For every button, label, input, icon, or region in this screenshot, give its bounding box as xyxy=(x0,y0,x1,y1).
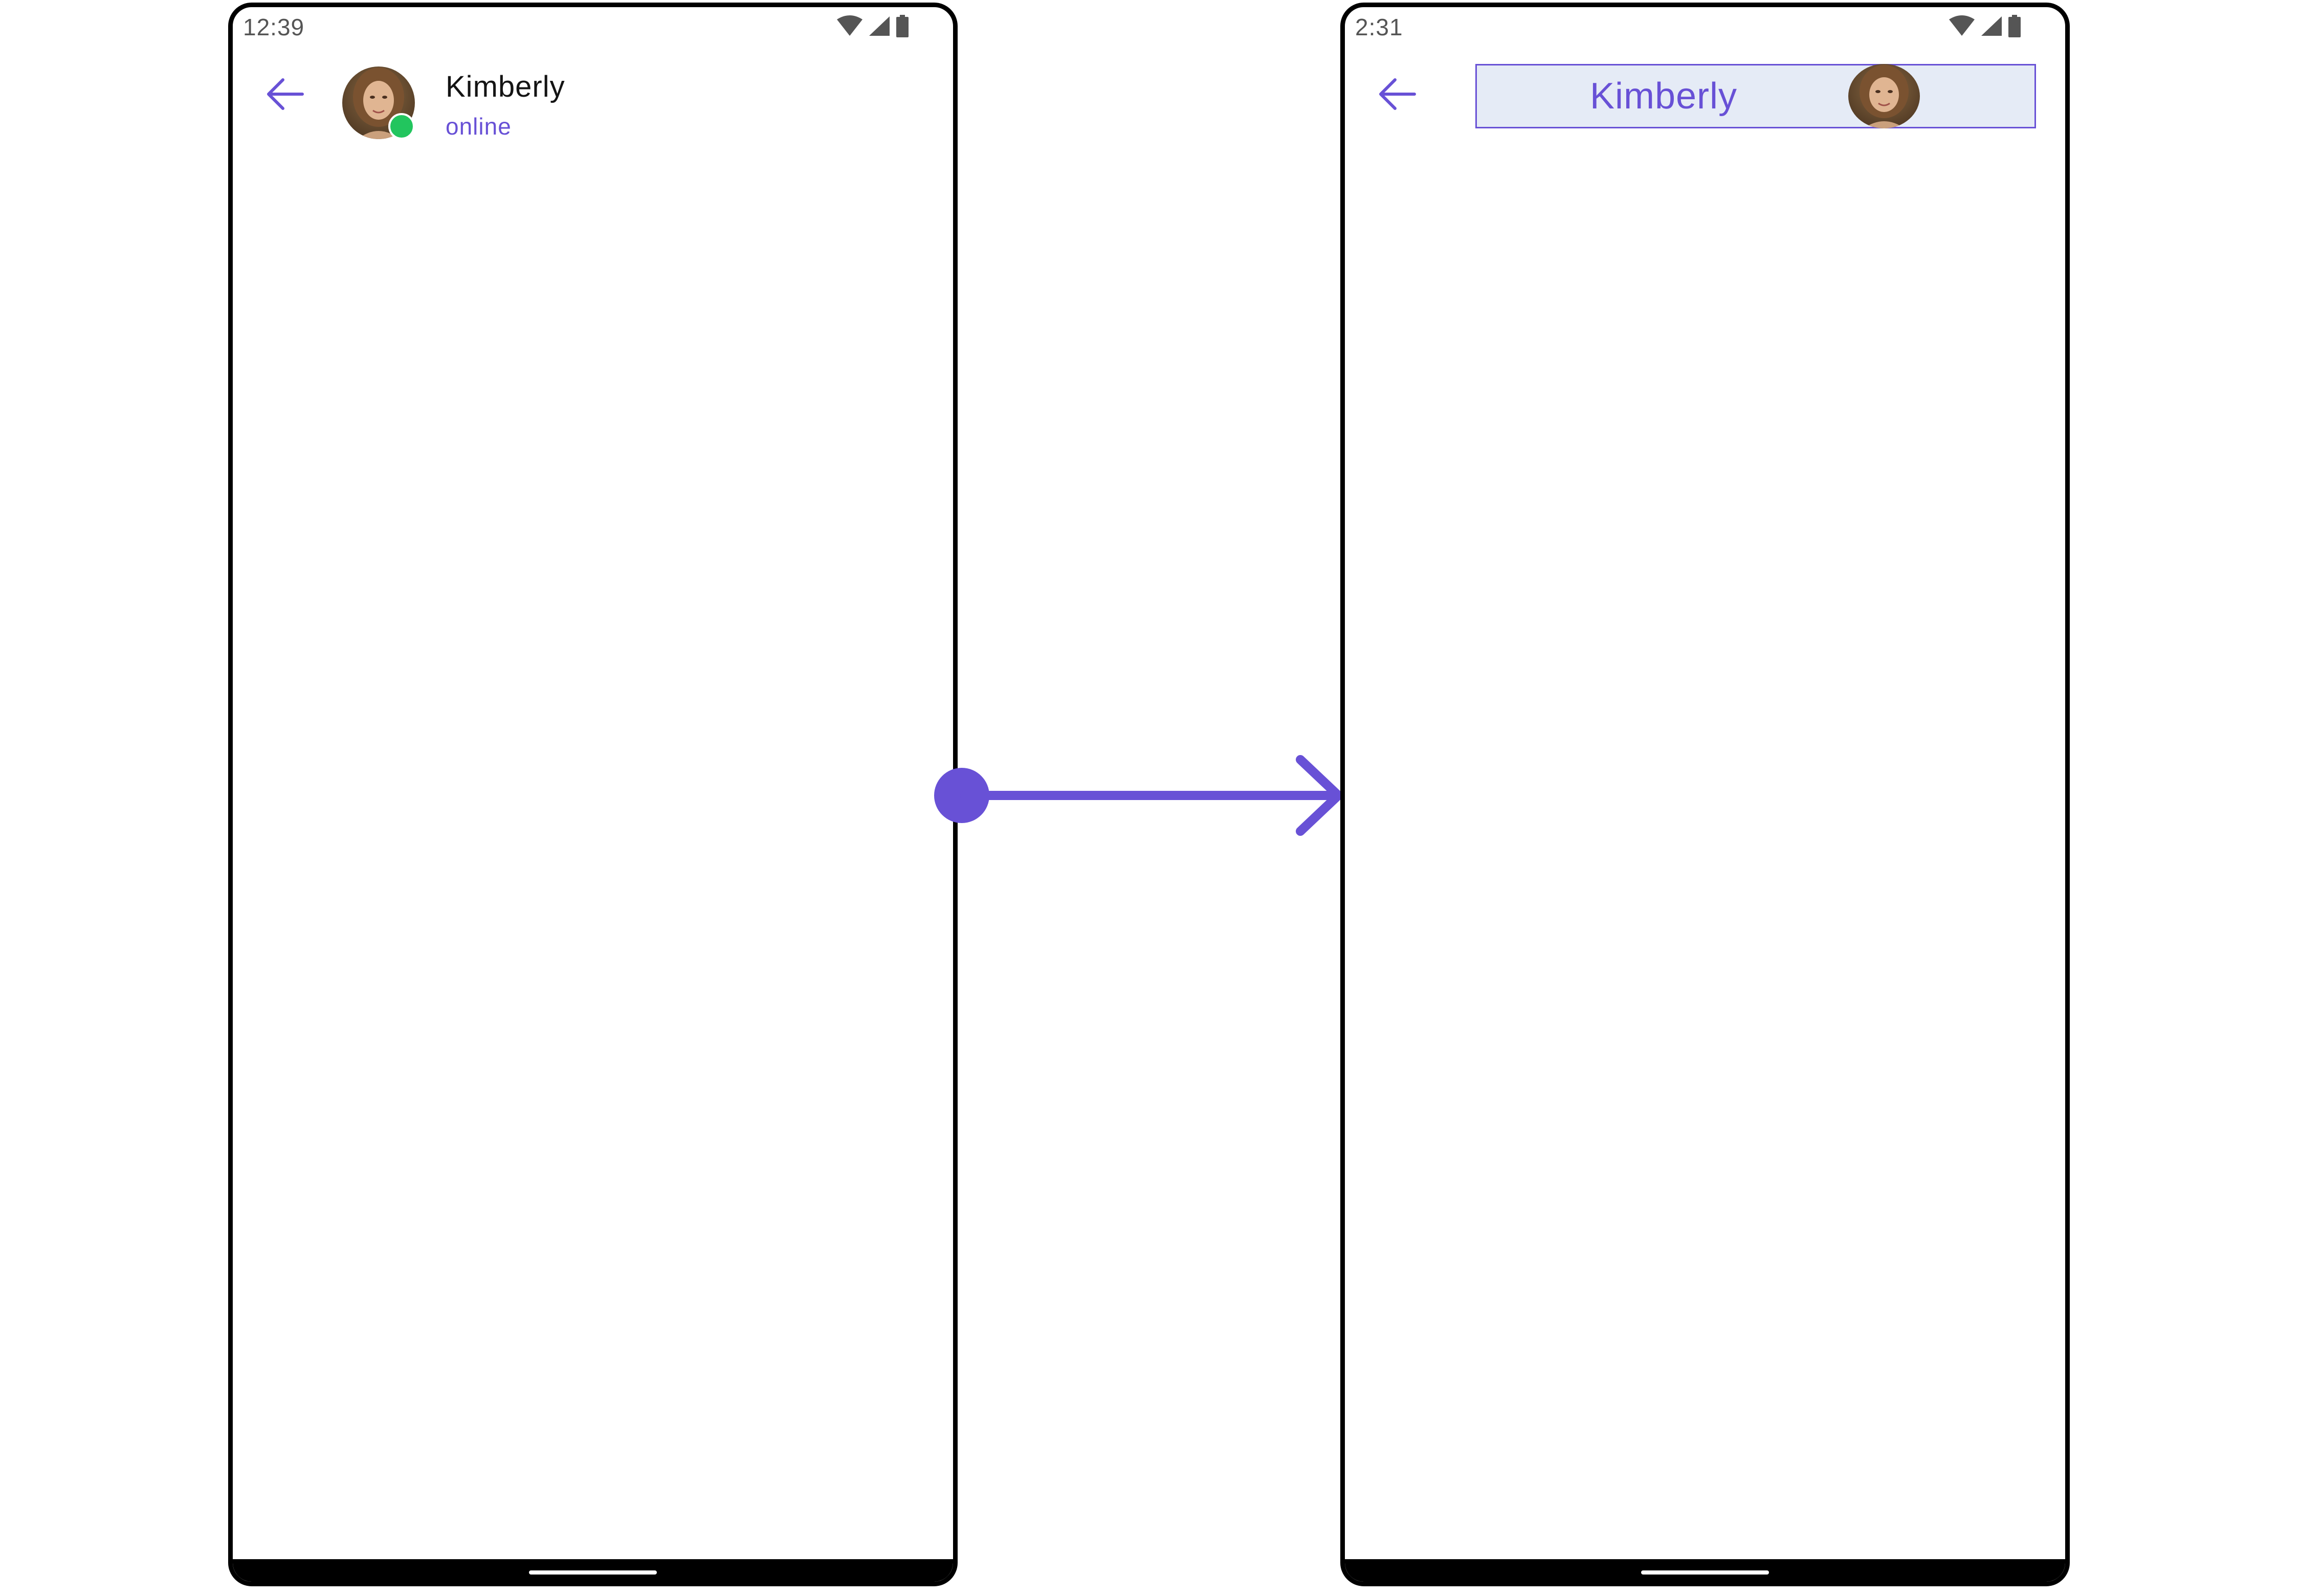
cellular-signal-icon xyxy=(1981,16,2002,36)
back-button[interactable] xyxy=(1376,73,1419,116)
battery-icon xyxy=(896,15,909,37)
back-button[interactable] xyxy=(263,73,306,116)
custom-header-view[interactable]: Kimberly xyxy=(1475,64,2036,128)
wifi-icon xyxy=(837,15,862,36)
navigation-bar xyxy=(233,1559,953,1582)
status-bar: 2:31 xyxy=(1345,7,2065,47)
right-arrow-connector xyxy=(934,755,1343,836)
status-icons xyxy=(1949,14,2021,38)
avatar-photo xyxy=(1848,64,1920,128)
wifi-icon xyxy=(1949,15,1975,36)
home-indicator[interactable] xyxy=(529,1570,657,1575)
online-status-indicator xyxy=(388,113,415,140)
comparison-stage: 12:39 Kimberly online 2:31 Kimberly xyxy=(0,0,2301,1596)
avatar[interactable] xyxy=(1848,64,1920,128)
status-time: 12:39 xyxy=(243,14,305,40)
cellular-signal-icon xyxy=(869,16,890,36)
arrow-left-icon xyxy=(1379,78,1416,110)
navigation-bar xyxy=(1345,1559,2065,1582)
phone-custom-header: 2:31 Kimberly xyxy=(1340,3,2070,1586)
arrow-left-icon xyxy=(267,78,304,110)
battery-icon xyxy=(2008,15,2021,37)
phone-default-header: 12:39 Kimberly online xyxy=(228,3,958,1586)
status-time: 2:31 xyxy=(1355,14,1403,40)
home-indicator[interactable] xyxy=(1641,1570,1769,1575)
contact-name: Kimberly xyxy=(1589,76,1738,117)
status-bar: 12:39 xyxy=(233,7,953,47)
status-icons xyxy=(836,14,909,38)
contact-name: Kimberly xyxy=(446,70,565,103)
contact-status: online xyxy=(446,113,512,140)
